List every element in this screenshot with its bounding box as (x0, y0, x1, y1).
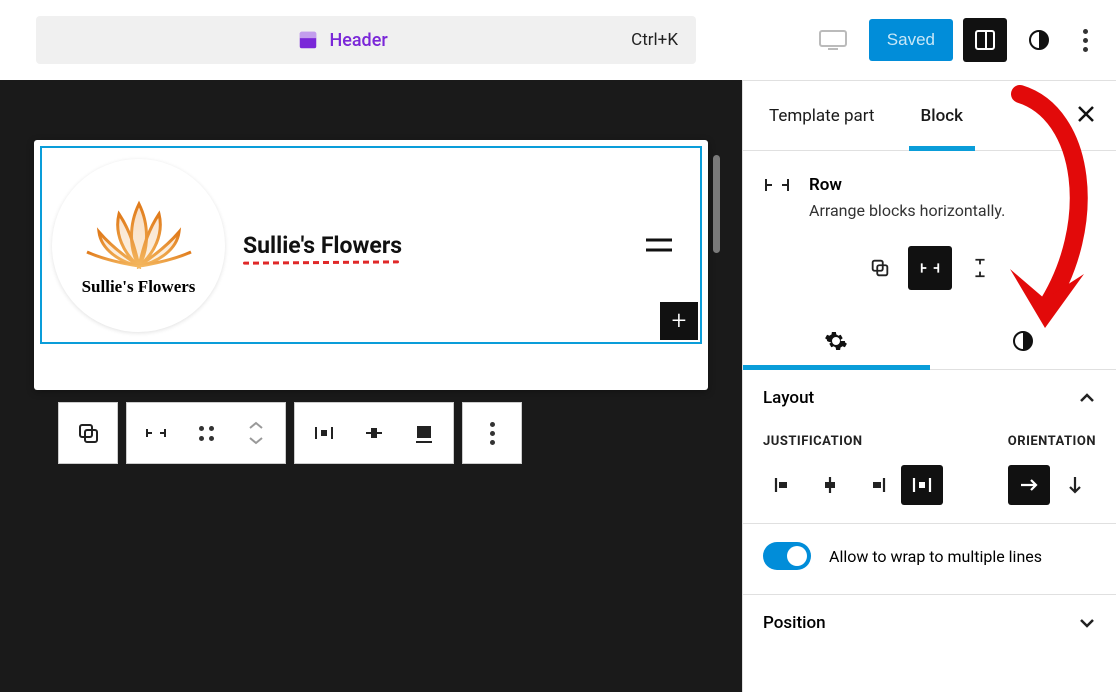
nav-menu-icon[interactable] (646, 239, 672, 252)
layout-panel-toggle[interactable]: Layout (763, 388, 1096, 408)
block-appender[interactable] (660, 302, 698, 340)
justify-right-button[interactable] (855, 465, 897, 505)
site-title[interactable]: Sullie's Flowers (243, 232, 402, 259)
transform-row-button[interactable] (908, 246, 952, 290)
row-icon (763, 175, 791, 195)
site-logo[interactable]: Sullie's Flowers (52, 159, 225, 332)
move-down-icon[interactable] (246, 433, 266, 447)
width-control[interactable] (399, 405, 449, 461)
settings-subtab[interactable] (743, 312, 930, 369)
editor-canvas[interactable]: Sullie's Flowers Sullie's Flowers (0, 80, 742, 692)
lotus-icon (79, 194, 199, 269)
tab-block[interactable]: Block (915, 81, 969, 150)
block-movers[interactable] (231, 405, 281, 461)
transform-stack-button[interactable] (958, 246, 1002, 290)
block-options-menu[interactable] (467, 405, 517, 461)
styles-subtab[interactable] (930, 312, 1116, 369)
justify-space-between-button[interactable] (901, 465, 943, 505)
drag-handle[interactable] (181, 405, 231, 461)
parent-block-selector[interactable] (63, 405, 113, 461)
layout-panel-title: Layout (763, 388, 814, 408)
save-button[interactable]: Saved (869, 19, 953, 61)
justification-label: Justification (763, 434, 943, 449)
options-menu[interactable] (1071, 29, 1100, 52)
align-control[interactable] (349, 405, 399, 461)
block-description: Arrange blocks horizontally. (809, 201, 1005, 220)
chevron-up-icon (1078, 389, 1096, 407)
orientation-label: Orientation (1008, 434, 1096, 449)
shortcut-hint: Ctrl+K (631, 30, 678, 50)
position-panel-toggle[interactable]: Position (763, 613, 1096, 633)
orientation-vertical-button[interactable] (1054, 465, 1096, 505)
justify-left-button[interactable] (763, 465, 805, 505)
justify-control[interactable] (299, 405, 349, 461)
move-up-icon[interactable] (246, 419, 266, 433)
block-toolbar (58, 402, 522, 464)
row-block-icon[interactable] (131, 405, 181, 461)
orientation-horizontal-button[interactable] (1008, 465, 1050, 505)
block-name: Row (809, 175, 1005, 195)
command-bar[interactable]: Header Ctrl+K (36, 16, 696, 64)
resize-handle-right[interactable] (713, 155, 720, 253)
template-part-icon (297, 29, 319, 51)
position-panel-title: Position (763, 613, 826, 633)
tab-template-part[interactable]: Template part (763, 81, 881, 150)
wrap-toggle[interactable] (763, 542, 811, 570)
transform-group-button[interactable] (858, 246, 902, 290)
gear-icon (824, 329, 848, 353)
contrast-icon (1011, 329, 1035, 353)
command-label: Header (329, 30, 387, 51)
row-block-selected[interactable]: Sullie's Flowers Sullie's Flowers (40, 146, 702, 344)
settings-sidebar-toggle[interactable] (963, 18, 1007, 62)
wrap-toggle-label: Allow to wrap to multiple lines (829, 547, 1042, 566)
desktop-preview-icon[interactable] (819, 30, 847, 50)
close-sidebar-button[interactable] (1076, 104, 1096, 128)
settings-sidebar: Template part Block Row Arrange blocks h… (742, 80, 1116, 692)
justify-center-button[interactable] (809, 465, 851, 505)
chevron-down-icon (1078, 614, 1096, 632)
logo-caption: Sullie's Flowers (82, 277, 196, 297)
styles-toggle[interactable] (1017, 18, 1061, 62)
